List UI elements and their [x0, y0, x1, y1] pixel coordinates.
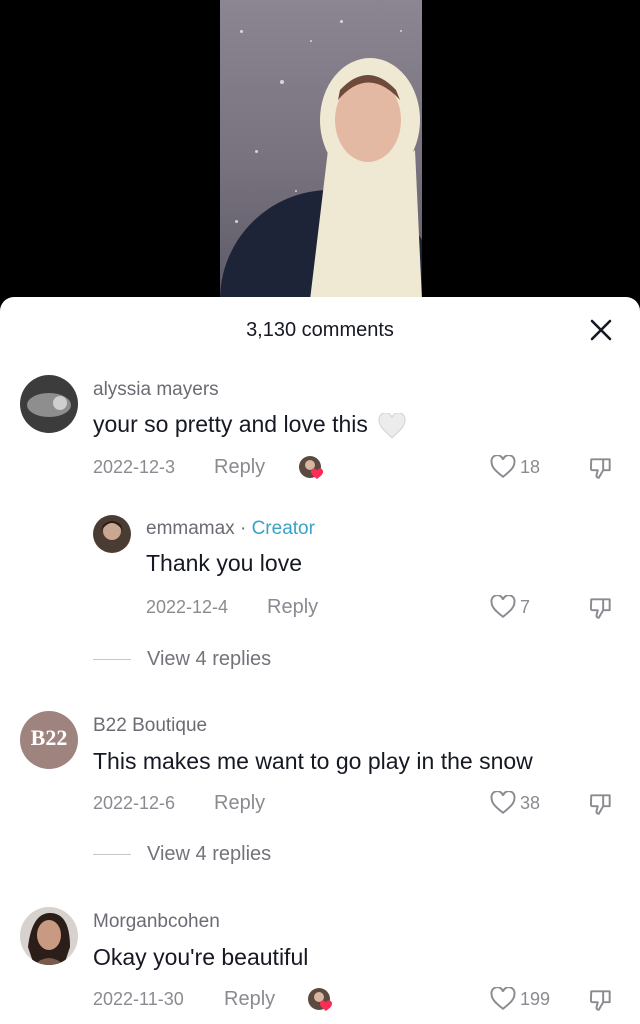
reply-button[interactable]: Reply	[224, 988, 275, 1011]
creator-liked-icon	[308, 988, 333, 1011]
reply-username-text: emmamax	[146, 518, 235, 539]
video-thumbnail	[220, 0, 422, 300]
like-count: 18	[520, 456, 541, 477]
heart-outline-icon	[490, 595, 516, 618]
reply-username[interactable]: emmamax · Creator	[146, 518, 315, 540]
dislike-icon[interactable]	[588, 455, 614, 481]
reply-button[interactable]: Reply	[214, 456, 265, 479]
dislike-icon[interactable]	[588, 595, 614, 621]
comment-username[interactable]: Morganbcohen	[93, 911, 220, 933]
comment-text: This makes me want to go play in the sno…	[93, 748, 533, 774]
comment-date: 2022-12-6	[93, 793, 176, 813]
like-button[interactable]: 199	[490, 987, 550, 1011]
reply-text: Thank you love	[146, 550, 302, 576]
comments-count-title: 3,130 comments	[246, 319, 394, 341]
comment-username[interactable]: B22 Boutique	[93, 715, 207, 737]
comment-date: 2022-12-3	[93, 457, 176, 477]
close-icon[interactable]	[588, 317, 614, 343]
view-replies-button[interactable]: View 4 replies	[93, 648, 271, 671]
comment-text: Okay you're beautiful	[93, 944, 309, 970]
comment-username[interactable]: alyssia mayers	[93, 379, 219, 401]
comment-date: 2022-11-30	[93, 989, 184, 1009]
like-button[interactable]: 7	[490, 595, 530, 619]
video-preview[interactable]	[0, 0, 640, 310]
like-button[interactable]: 18	[490, 455, 540, 479]
heart-outline-icon	[490, 455, 516, 478]
avatar[interactable]: B22	[20, 711, 78, 769]
reply-button[interactable]: Reply	[214, 792, 265, 815]
white-heart-icon	[378, 412, 406, 439]
like-count: 38	[520, 792, 541, 813]
divider	[93, 854, 131, 855]
heart-outline-icon	[490, 791, 516, 814]
avatar-text: B22	[30, 725, 68, 750]
avatar[interactable]	[20, 375, 78, 433]
reply-date: 2022-12-4	[146, 597, 229, 617]
dislike-icon[interactable]	[588, 987, 614, 1013]
creator-liked-icon	[299, 456, 324, 479]
like-count: 199	[520, 988, 551, 1009]
dislike-icon[interactable]	[588, 791, 614, 817]
heart-outline-icon	[490, 987, 516, 1010]
like-button[interactable]: 38	[490, 791, 540, 815]
comments-sheet: 3,130 comments alyssia mayers your so pr…	[0, 297, 640, 1024]
view-replies-label: View 4 replies	[147, 843, 272, 865]
creator-badge: Creator	[251, 518, 315, 539]
view-replies-label: View 4 replies	[147, 648, 272, 670]
avatar[interactable]	[93, 515, 131, 553]
reply-button[interactable]: Reply	[267, 596, 318, 619]
like-count: 7	[520, 596, 531, 617]
avatar[interactable]	[20, 907, 78, 965]
comment-text-body: your so pretty and love this	[93, 411, 368, 437]
divider	[93, 659, 131, 660]
view-replies-button[interactable]: View 4 replies	[93, 843, 271, 866]
comment-text: your so pretty and love this	[93, 411, 406, 439]
